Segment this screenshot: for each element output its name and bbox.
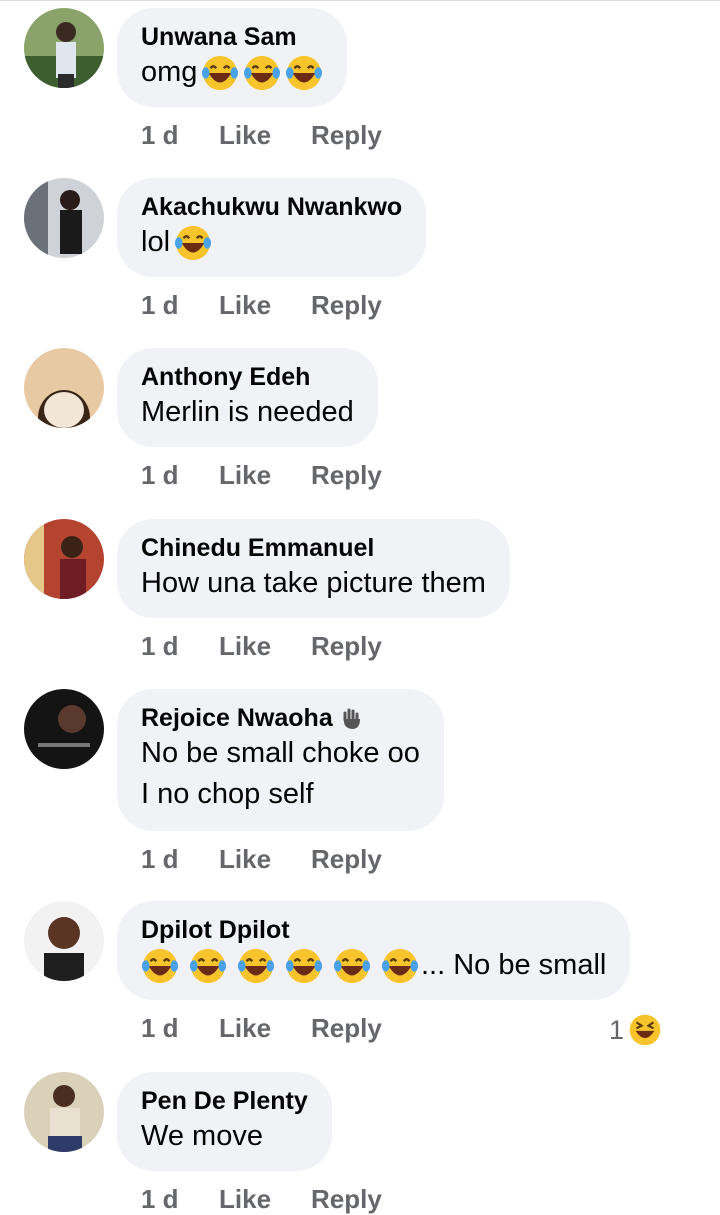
comment-line: How una take picture them bbox=[141, 567, 486, 599]
laugh-tears-emoji-icon bbox=[141, 947, 179, 985]
comment-bubble: Akachukwu Nwankwo lol bbox=[117, 178, 427, 277]
reaction-count: 1 bbox=[608, 1014, 624, 1045]
laughing-squint-emoji-icon bbox=[628, 1013, 662, 1047]
laugh-tears-emoji-icon bbox=[237, 947, 275, 985]
commenter-name[interactable]: Anthony Edeh bbox=[141, 363, 354, 392]
laugh-tears-emoji-icon bbox=[381, 947, 419, 985]
comment-actions: 1 d Like Reply bbox=[141, 844, 382, 875]
comment-text: omg bbox=[141, 52, 323, 93]
comment-actions: 1 d Like Reply bbox=[141, 290, 382, 321]
comment-text: How una take picture them bbox=[141, 563, 486, 604]
laugh-tears-emoji-icon bbox=[333, 947, 371, 985]
commenter-name[interactable]: Rejoice Nwaoha bbox=[141, 704, 420, 733]
reply-button[interactable]: Reply bbox=[311, 120, 382, 151]
reply-button[interactable]: Reply bbox=[311, 1184, 382, 1215]
like-button[interactable]: Like bbox=[219, 1184, 311, 1215]
comment-bubble: Dpilot Dpilot ... No be small bbox=[117, 901, 631, 1000]
reply-button[interactable]: Reply bbox=[311, 631, 382, 662]
avatar[interactable] bbox=[24, 8, 104, 88]
commenter-name-text: Rejoice Nwaoha bbox=[141, 704, 333, 732]
comment-actions: 1 d Like Reply bbox=[141, 1013, 382, 1044]
comment-line: omg bbox=[141, 56, 198, 88]
avatar[interactable] bbox=[24, 1072, 104, 1152]
comment-text: ... No be small bbox=[141, 945, 606, 986]
like-button[interactable]: Like bbox=[219, 1013, 311, 1044]
comment-actions: 1 d Like Reply bbox=[141, 120, 382, 151]
comment-text: lol bbox=[141, 222, 402, 263]
laugh-tears-emoji-icon bbox=[174, 224, 212, 262]
laugh-tears-emoji-icon bbox=[285, 54, 323, 92]
like-button[interactable]: Like bbox=[219, 631, 311, 662]
like-button[interactable]: Like bbox=[219, 460, 311, 491]
comment-bubble: Rejoice Nwaoha No be small choke oo I no… bbox=[117, 689, 444, 831]
avatar[interactable] bbox=[24, 178, 104, 258]
reply-button[interactable]: Reply bbox=[311, 460, 382, 491]
timestamp[interactable]: 1 d bbox=[141, 1013, 219, 1044]
comment-line: Merlin is needed bbox=[141, 396, 354, 428]
waving-hand-icon bbox=[339, 706, 365, 732]
comment-bubble: Anthony Edeh Merlin is needed bbox=[117, 348, 378, 447]
like-button[interactable]: Like bbox=[219, 844, 311, 875]
commenter-name[interactable]: Unwana Sam bbox=[141, 23, 323, 52]
comment-actions: 1 d Like Reply bbox=[141, 1184, 382, 1215]
laugh-tears-emoji-icon bbox=[189, 947, 227, 985]
comment-line: ... No be small bbox=[421, 949, 607, 981]
commenter-name[interactable]: Akachukwu Nwankwo bbox=[141, 193, 402, 222]
timestamp[interactable]: 1 d bbox=[141, 120, 219, 151]
timestamp[interactable]: 1 d bbox=[141, 1184, 219, 1215]
commenter-name[interactable]: Pen De Plenty bbox=[141, 1087, 308, 1116]
comment-bubble: Pen De Plenty We move bbox=[117, 1072, 332, 1171]
reply-button[interactable]: Reply bbox=[311, 844, 382, 875]
like-button[interactable]: Like bbox=[219, 290, 311, 321]
comment-text-line-2: I no chop self bbox=[141, 778, 314, 810]
reply-button[interactable]: Reply bbox=[311, 290, 382, 321]
reply-button[interactable]: Reply bbox=[311, 1013, 382, 1044]
comment-line: lol bbox=[141, 226, 171, 258]
comment-bubble: Unwana Sam omg bbox=[117, 8, 348, 107]
commenter-name[interactable]: Chinedu Emmanuel bbox=[141, 534, 486, 563]
timestamp[interactable]: 1 d bbox=[141, 290, 219, 321]
laugh-tears-emoji-icon bbox=[201, 54, 239, 92]
timestamp[interactable]: 1 d bbox=[141, 460, 219, 491]
comment-actions: 1 d Like Reply bbox=[141, 631, 382, 662]
top-divider bbox=[0, 0, 720, 1]
like-button[interactable]: Like bbox=[219, 120, 311, 151]
avatar[interactable] bbox=[24, 901, 104, 981]
comment-bubble: Chinedu Emmanuel How una take picture th… bbox=[117, 519, 510, 618]
laugh-tears-emoji-icon bbox=[243, 54, 281, 92]
reaction-summary[interactable]: 1 bbox=[609, 1013, 662, 1047]
timestamp[interactable]: 1 d bbox=[141, 631, 219, 662]
comment-text-line-1: No be small choke oo bbox=[141, 737, 420, 769]
avatar[interactable] bbox=[24, 689, 104, 769]
comment-actions: 1 d Like Reply bbox=[141, 460, 382, 491]
comment-line: We move bbox=[141, 1120, 263, 1152]
avatar[interactable] bbox=[24, 519, 104, 599]
avatar[interactable] bbox=[24, 348, 104, 428]
timestamp[interactable]: 1 d bbox=[141, 844, 219, 875]
comment-text: Merlin is needed bbox=[141, 392, 354, 433]
laugh-tears-emoji-icon bbox=[285, 947, 323, 985]
commenter-name[interactable]: Dpilot Dpilot bbox=[141, 916, 606, 945]
comment-text: We move bbox=[141, 1116, 308, 1157]
